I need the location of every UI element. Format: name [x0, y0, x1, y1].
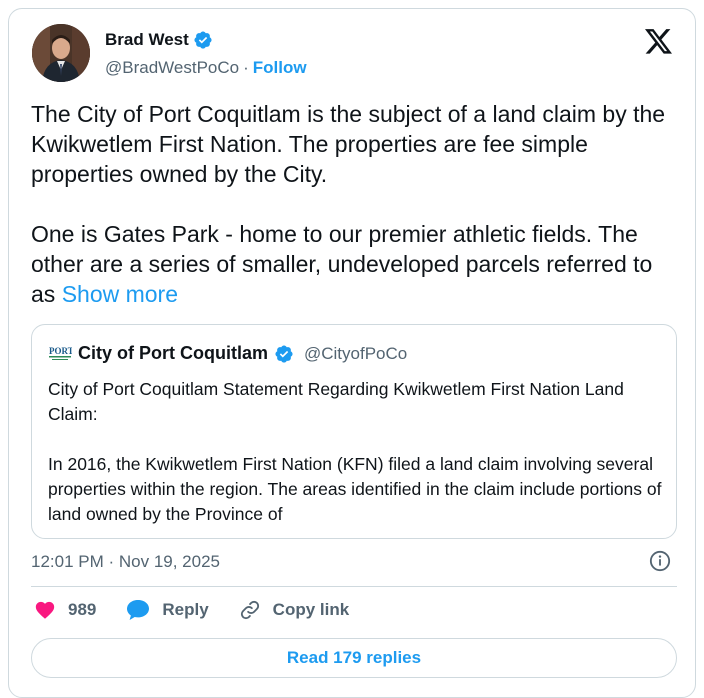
author-name[interactable]: Brad West	[105, 30, 189, 50]
verified-badge-icon	[193, 30, 213, 50]
show-more-link[interactable]: Show more	[62, 281, 178, 307]
author-name-row: Brad West	[105, 30, 213, 50]
quoted-tweet[interactable]: PORT City of Port Coquitlam @CityofPoCo …	[31, 324, 677, 539]
link-icon	[239, 599, 261, 621]
tweet-body: The City of Port Coquitlam is the subjec…	[31, 101, 666, 307]
reply-bubble-icon	[126, 599, 150, 621]
divider	[31, 586, 677, 587]
quote-header: PORT City of Port Coquitlam @CityofPoCo	[48, 343, 407, 364]
copy-link-button[interactable]: Copy link	[239, 599, 350, 621]
heart-icon	[34, 599, 56, 621]
quote-paragraph: In 2016, the Kwikwetlem First Nation (KF…	[48, 454, 662, 524]
like-count: 989	[68, 600, 97, 619]
x-logo-icon[interactable]	[645, 29, 673, 60]
info-icon[interactable]	[649, 550, 671, 577]
quote-paragraph: City of Port Coquitlam Statement Regardi…	[48, 379, 624, 424]
tweet-card: Brad West @BradWestPoCo · Follow The Cit…	[8, 8, 696, 698]
quote-verified-badge-icon	[274, 344, 294, 364]
copy-link-label: Copy link	[272, 600, 350, 619]
avatar-image	[32, 24, 90, 82]
quote-author-handle: @CityofPoCo	[304, 343, 408, 363]
svg-text:PORT: PORT	[49, 346, 72, 356]
tweet-timestamp[interactable]: 12:01 PM · Nov 19, 2025	[31, 552, 220, 572]
author-handle[interactable]: @BradWestPoCo	[105, 58, 239, 78]
author-avatar[interactable]	[32, 24, 90, 82]
quote-text: City of Port Coquitlam Statement Regardi…	[48, 377, 668, 527]
read-replies-button[interactable]: Read 179 replies	[31, 638, 677, 678]
author-handle-row: @BradWestPoCo · Follow	[105, 58, 307, 78]
tweet-text: The City of Port Coquitlam is the subjec…	[31, 99, 681, 309]
city-logo-icon: PORT	[48, 345, 72, 363]
handle-separator: ·	[243, 58, 249, 77]
reply-button[interactable]: Reply	[126, 599, 209, 621]
action-bar: 989 Reply Copy link	[34, 599, 379, 621]
like-button[interactable]: 989	[34, 599, 96, 621]
follow-button[interactable]: Follow	[253, 58, 307, 78]
quote-author-name: City of Port Coquitlam	[78, 343, 268, 363]
reply-label: Reply	[162, 600, 209, 619]
